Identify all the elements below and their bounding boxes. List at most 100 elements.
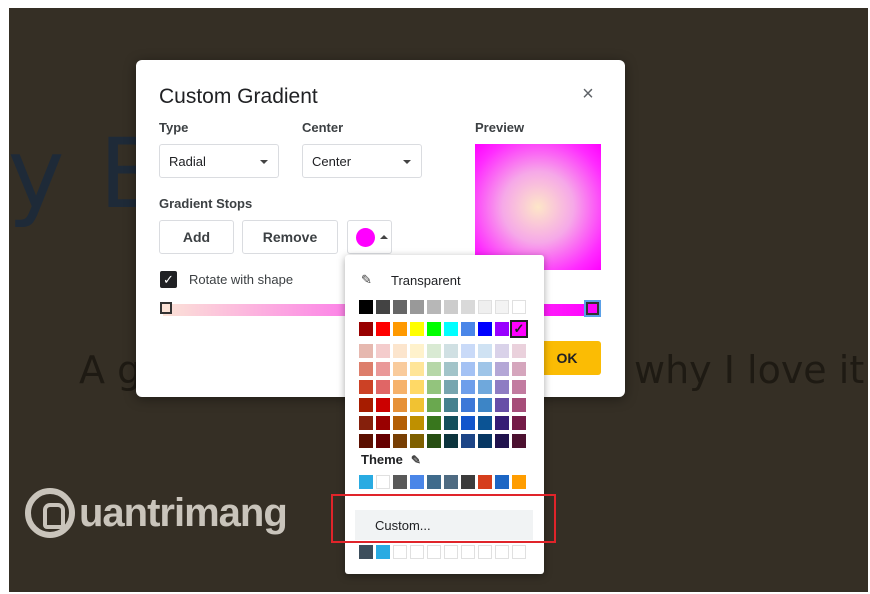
color-swatch[interactable] <box>359 434 373 448</box>
color-swatch[interactable] <box>427 344 441 358</box>
color-swatch[interactable] <box>359 398 373 412</box>
color-swatch[interactable] <box>478 362 492 376</box>
color-swatch[interactable] <box>512 434 526 448</box>
color-swatch[interactable] <box>495 398 509 412</box>
color-swatch[interactable] <box>444 380 458 394</box>
color-swatch[interactable] <box>495 416 509 430</box>
color-swatch[interactable] <box>461 300 475 314</box>
recent-swatch[interactable] <box>393 545 407 559</box>
color-swatch[interactable] <box>410 380 424 394</box>
type-select[interactable]: Radial <box>159 144 279 178</box>
rotate-checkbox[interactable]: ✓ <box>160 271 177 288</box>
color-swatch[interactable] <box>393 380 407 394</box>
theme-swatch[interactable] <box>376 475 390 489</box>
stop-color-button[interactable] <box>347 220 392 254</box>
color-swatch[interactable] <box>376 398 390 412</box>
center-select[interactable]: Center <box>302 144 422 178</box>
recent-swatch[interactable] <box>512 545 526 559</box>
color-swatch[interactable] <box>376 434 390 448</box>
color-swatch[interactable] <box>444 322 458 336</box>
color-swatch[interactable] <box>478 398 492 412</box>
color-swatch[interactable] <box>427 300 441 314</box>
color-swatch[interactable] <box>410 344 424 358</box>
recent-swatch[interactable] <box>478 545 492 559</box>
gradient-stop-start[interactable] <box>160 302 172 314</box>
color-swatch[interactable] <box>427 380 441 394</box>
color-swatch[interactable] <box>359 322 373 336</box>
color-swatch[interactable] <box>495 434 509 448</box>
color-swatch[interactable] <box>359 344 373 358</box>
color-swatch[interactable] <box>393 300 407 314</box>
close-icon[interactable]: × <box>578 84 598 104</box>
color-swatch[interactable] <box>461 434 475 448</box>
theme-swatch[interactable] <box>427 475 441 489</box>
color-swatch[interactable] <box>495 380 509 394</box>
color-swatch[interactable] <box>495 300 509 314</box>
recent-swatch[interactable] <box>410 545 424 559</box>
color-swatch[interactable] <box>461 362 475 376</box>
color-swatch[interactable] <box>512 300 526 314</box>
theme-swatch[interactable] <box>495 475 509 489</box>
color-swatch[interactable] <box>410 416 424 430</box>
color-swatch[interactable] <box>359 300 373 314</box>
recent-swatch[interactable] <box>444 545 458 559</box>
recent-swatch[interactable] <box>359 545 373 559</box>
color-swatch[interactable] <box>512 362 526 376</box>
theme-swatch[interactable] <box>478 475 492 489</box>
color-swatch[interactable] <box>495 344 509 358</box>
color-swatch[interactable] <box>376 300 390 314</box>
color-swatch[interactable] <box>393 398 407 412</box>
recent-swatch[interactable] <box>427 545 441 559</box>
color-swatch[interactable] <box>393 322 407 336</box>
color-swatch[interactable] <box>359 380 373 394</box>
color-swatch[interactable] <box>410 300 424 314</box>
theme-swatch[interactable] <box>393 475 407 489</box>
color-swatch[interactable] <box>478 344 492 358</box>
color-swatch[interactable] <box>512 416 526 430</box>
theme-swatch[interactable] <box>444 475 458 489</box>
color-swatch[interactable] <box>376 380 390 394</box>
color-swatch[interactable] <box>427 322 441 336</box>
color-swatch[interactable] <box>461 344 475 358</box>
color-swatch[interactable] <box>376 344 390 358</box>
color-swatch[interactable] <box>444 398 458 412</box>
color-swatch[interactable] <box>478 322 492 336</box>
color-swatch[interactable] <box>444 344 458 358</box>
color-swatch[interactable] <box>427 398 441 412</box>
color-swatch[interactable] <box>427 362 441 376</box>
color-swatch[interactable] <box>410 362 424 376</box>
color-swatch[interactable] <box>410 322 424 336</box>
recent-swatch[interactable] <box>461 545 475 559</box>
color-swatch[interactable] <box>444 434 458 448</box>
color-swatch[interactable] <box>359 416 373 430</box>
color-swatch[interactable] <box>478 416 492 430</box>
color-swatch[interactable] <box>461 398 475 412</box>
color-swatch[interactable] <box>410 398 424 412</box>
color-swatch[interactable] <box>376 322 390 336</box>
color-swatch[interactable] <box>393 434 407 448</box>
theme-swatch[interactable] <box>359 475 373 489</box>
color-swatch[interactable] <box>410 434 424 448</box>
color-swatch[interactable] <box>393 344 407 358</box>
edit-theme-icon[interactable]: ✎ <box>411 453 421 467</box>
transparent-option[interactable]: ✎ Transparent <box>361 272 461 288</box>
color-swatch[interactable] <box>512 380 526 394</box>
theme-swatch[interactable] <box>512 475 526 489</box>
color-swatch[interactable] <box>512 344 526 358</box>
color-swatch[interactable] <box>512 398 526 412</box>
color-swatch[interactable] <box>393 362 407 376</box>
color-swatch[interactable] <box>376 362 390 376</box>
recent-swatch[interactable] <box>495 545 509 559</box>
color-swatch[interactable] <box>478 300 492 314</box>
color-swatch[interactable] <box>393 416 407 430</box>
add-stop-button[interactable]: Add <box>159 220 234 254</box>
color-swatch[interactable] <box>427 416 441 430</box>
selected-swatch[interactable]: ✓ <box>510 320 528 338</box>
color-swatch[interactable] <box>461 322 475 336</box>
color-swatch[interactable] <box>444 416 458 430</box>
color-swatch[interactable] <box>444 300 458 314</box>
color-swatch[interactable] <box>359 362 373 376</box>
remove-stop-button[interactable]: Remove <box>242 220 338 254</box>
color-swatch[interactable] <box>461 380 475 394</box>
color-swatch[interactable] <box>478 380 492 394</box>
